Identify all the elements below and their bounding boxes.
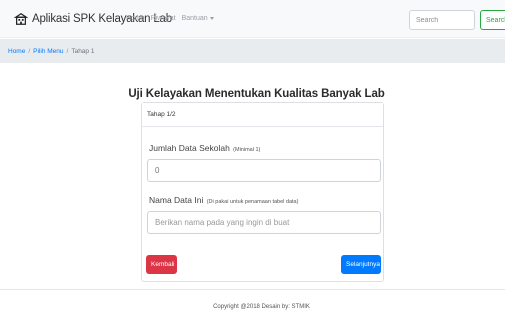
nav-link-riwayat[interactable]: Riwayat [151, 15, 176, 22]
data-name-input[interactable] [147, 211, 381, 234]
breadcrumb-pilih-menu[interactable]: Pilih Menu [33, 48, 63, 55]
nav-dropdown-label: Bantuan [181, 15, 208, 22]
form-card: Tahap 1/2 Jumlah Data Sekolah (Minimal 1… [141, 102, 384, 282]
page-title: Uji Kelayakan Menentukan Kualitas Banyak… [128, 88, 385, 100]
nav-links: Home Riwayat Bantuan [126, 15, 220, 22]
card-header: Tahap 1/2 [142, 103, 383, 127]
navbar: Aplikasi SPK Kelayakan Lab Home Riwayat … [0, 0, 505, 38]
footer: Copyright @2018 Desain by: STMIK [0, 289, 505, 313]
search-input[interactable] [409, 10, 475, 30]
next-button[interactable]: Selanjutnya [341, 255, 381, 274]
school-building-icon [14, 13, 28, 25]
school-count-label-text: Jumlah Data Sekolah [149, 143, 230, 153]
breadcrumb-home[interactable]: Home [8, 48, 25, 55]
nav-link-home[interactable]: Home [126, 15, 145, 22]
caret-down-icon [209, 16, 214, 20]
data-name-hint: (Di pakai untuk penamaan tabel data) [206, 199, 299, 205]
copyright-text: Copyright @2018 Desain by: STMIK [213, 304, 310, 310]
back-button[interactable]: Kembali [146, 255, 177, 274]
data-name-label: Nama Data Ini (Di pakai untuk penamaan t… [149, 195, 298, 205]
school-count-hint: (Minimal 1) [233, 147, 261, 153]
breadcrumb-separator: / [66, 47, 69, 55]
breadcrumb: Home / Pilih Menu / Tahap 1 [0, 39, 505, 63]
search-button[interactable]: Search [480, 10, 505, 30]
school-count-label: Jumlah Data Sekolah (Minimal 1) [149, 143, 260, 153]
breadcrumb-separator: / [28, 47, 31, 55]
nav-dropdown-bantuan[interactable]: Bantuan [182, 15, 214, 22]
breadcrumb-active: Tahap 1 [71, 47, 95, 55]
school-count-input[interactable] [147, 159, 381, 182]
data-name-label-text: Nama Data Ini [149, 195, 204, 205]
